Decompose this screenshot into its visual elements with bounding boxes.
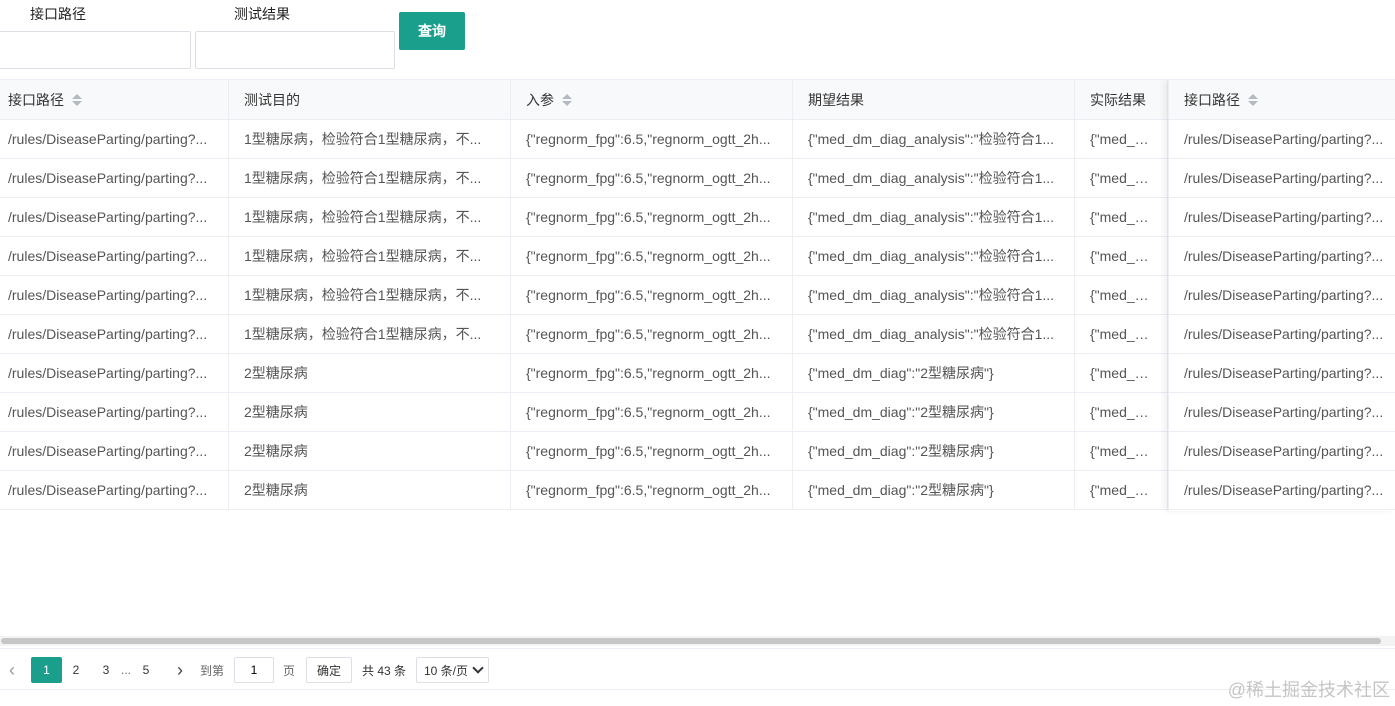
cell-input-params: {"regnorm_fpg":6.5,"regnorm_ogtt_2h... <box>511 393 793 431</box>
path-filter-input[interactable] <box>0 31 191 69</box>
cell-path: /rules/DiseaseParting/parting?... <box>0 432 229 470</box>
page-1[interactable]: 1 <box>31 657 62 683</box>
fixed-cell-path: /rules/DiseaseParting/parting?... <box>1169 237 1395 276</box>
header-purpose: 测试目的 <box>229 80 511 119</box>
header-actual-result: 实际结果 <box>1075 80 1168 119</box>
cell-actual-result: {"med_dm_c <box>1075 315 1168 353</box>
cell-path: /rules/DiseaseParting/parting?... <box>0 393 229 431</box>
cell-input-params: {"regnorm_fpg":6.5,"regnorm_ogtt_2h... <box>511 237 793 275</box>
cell-input-params: {"regnorm_fpg":6.5,"regnorm_ogtt_2h... <box>511 471 793 509</box>
cell-purpose: 1型糖尿病，检验符合1型糖尿病，不... <box>229 198 511 236</box>
cell-actual-result: {"med_dm_c <box>1075 432 1168 470</box>
result-filter-label: 测试结果 <box>234 6 290 22</box>
header-fixed-path[interactable]: 接口路径 <box>1169 80 1395 120</box>
fixed-cell-path: /rules/DiseaseParting/parting?... <box>1169 198 1395 237</box>
fixed-cell-path: /rules/DiseaseParting/parting?... <box>1169 315 1395 354</box>
cell-purpose: 2型糖尿病 <box>229 393 511 431</box>
cell-path: /rules/DiseaseParting/parting?... <box>0 471 229 509</box>
query-button[interactable]: 查询 <box>399 12 465 50</box>
cell-purpose: 1型糖尿病，检验符合1型糖尿病，不... <box>229 315 511 353</box>
fixed-cell-path: /rules/DiseaseParting/parting?... <box>1169 276 1395 315</box>
cell-path: /rules/DiseaseParting/parting?... <box>0 276 229 314</box>
cell-input-params: {"regnorm_fpg":6.5,"regnorm_ogtt_2h... <box>511 159 793 197</box>
cell-input-params: {"regnorm_fpg":6.5,"regnorm_ogtt_2h... <box>511 432 793 470</box>
cell-actual-result: {"med_dm_c <box>1075 354 1168 392</box>
cell-input-params: {"regnorm_fpg":6.5,"regnorm_ogtt_2h... <box>511 198 793 236</box>
scrollbar-thumb[interactable] <box>1 638 1381 644</box>
cell-expected-result: {"med_dm_diag_analysis":"检验符合1... <box>793 198 1075 236</box>
page-5[interactable]: 5 <box>134 657 158 683</box>
fixed-cell-path: /rules/DiseaseParting/parting?... <box>1169 159 1395 198</box>
cell-expected-result: {"med_dm_diag_analysis":"检验符合1... <box>793 120 1075 158</box>
pagination: ‹ 1 2 3 ... 5 › 到第 页 确定 共 43 条 10 条/页 <box>0 648 1395 690</box>
cell-expected-result: {"med_dm_diag_analysis":"检验符合1... <box>793 315 1075 353</box>
goto-label: 到第 <box>199 663 224 678</box>
horizontal-scrollbar[interactable] <box>0 636 1395 646</box>
header-path[interactable]: 接口路径 <box>0 80 229 119</box>
header-input-params[interactable]: 入参 <box>511 80 793 119</box>
cell-input-params: {"regnorm_fpg":6.5,"regnorm_ogtt_2h... <box>511 354 793 392</box>
cell-input-params: {"regnorm_fpg":6.5,"regnorm_ogtt_2h... <box>511 315 793 353</box>
cell-expected-result: {"med_dm_diag_analysis":"检验符合1... <box>793 276 1075 314</box>
cell-expected-result: {"med_dm_diag":"2型糖尿病"} <box>793 354 1075 392</box>
watermark: @稀土掘金技术社区 <box>1227 680 1390 700</box>
header-expected-result: 期望结果 <box>793 80 1075 119</box>
cell-expected-result: {"med_dm_diag_analysis":"检验符合1... <box>793 159 1075 197</box>
cell-path: /rules/DiseaseParting/parting?... <box>0 354 229 392</box>
result-filter-input[interactable] <box>195 31 395 69</box>
cell-purpose: 2型糖尿病 <box>229 354 511 392</box>
cell-path: /rules/DiseaseParting/parting?... <box>0 159 229 197</box>
confirm-button[interactable]: 确定 <box>306 657 352 683</box>
prev-page-icon[interactable]: ‹ <box>2 657 22 683</box>
cell-actual-result: {"med_dm_c <box>1075 276 1168 314</box>
cell-path: /rules/DiseaseParting/parting?... <box>0 237 229 275</box>
cell-path: /rules/DiseaseParting/parting?... <box>0 198 229 236</box>
fixed-cell-path: /rules/DiseaseParting/parting?... <box>1169 432 1395 471</box>
cell-path: /rules/DiseaseParting/parting?... <box>0 315 229 353</box>
cell-expected-result: {"med_dm_diag":"2型糖尿病"} <box>793 471 1075 509</box>
chevron-down-icon <box>472 662 484 674</box>
cell-actual-result: {"med_dm_c <box>1075 159 1168 197</box>
sort-icon[interactable] <box>562 93 572 106</box>
cell-purpose: 1型糖尿病，检验符合1型糖尿病，不... <box>229 276 511 314</box>
fixed-cell-path: /rules/DiseaseParting/parting?... <box>1169 354 1395 393</box>
cell-purpose: 2型糖尿病 <box>229 471 511 509</box>
cell-input-params: {"regnorm_fpg":6.5,"regnorm_ogtt_2h... <box>511 120 793 158</box>
results-table: 接口路径 测试目的 入参 期望结果 实际结果 /rules/DiseasePar… <box>0 79 1395 634</box>
cell-purpose: 1型糖尿病，检验符合1型糖尿病，不... <box>229 120 511 158</box>
cell-actual-result: {"med_dm_c <box>1075 120 1168 158</box>
page-2[interactable]: 2 <box>64 657 88 683</box>
page-suffix: 页 <box>282 663 295 678</box>
page-size-select[interactable]: 10 条/页 <box>416 657 489 683</box>
cell-expected-result: {"med_dm_diag_analysis":"检验符合1... <box>793 237 1075 275</box>
cell-path: /rules/DiseaseParting/parting?... <box>0 120 229 158</box>
cell-actual-result: {"med_dm_c <box>1075 237 1168 275</box>
next-page-icon[interactable]: › <box>170 657 190 683</box>
page-ellipsis[interactable]: ... <box>118 657 134 683</box>
fixed-cell-path: /rules/DiseaseParting/parting?... <box>1169 471 1395 510</box>
cell-purpose: 1型糖尿病，检验符合1型糖尿病，不... <box>229 159 511 197</box>
page-3[interactable]: 3 <box>94 657 118 683</box>
fixed-cell-path: /rules/DiseaseParting/parting?... <box>1169 120 1395 159</box>
cell-expected-result: {"med_dm_diag":"2型糖尿病"} <box>793 393 1075 431</box>
cell-actual-result: {"med_dm_c <box>1075 471 1168 509</box>
fixed-right-column: 接口路径 /rules/DiseaseParting/parting?.../r… <box>1168 80 1395 511</box>
path-filter-label: 接口路径 <box>30 6 86 22</box>
cell-actual-result: {"med_dm_c <box>1075 198 1168 236</box>
sort-icon[interactable] <box>72 93 82 106</box>
cell-actual-result: {"med_dm_c <box>1075 393 1168 431</box>
cell-purpose: 2型糖尿病 <box>229 432 511 470</box>
sort-icon[interactable] <box>1248 93 1258 106</box>
fixed-cell-path: /rules/DiseaseParting/parting?... <box>1169 393 1395 432</box>
cell-purpose: 1型糖尿病，检验符合1型糖尿病，不... <box>229 237 511 275</box>
cell-expected-result: {"med_dm_diag":"2型糖尿病"} <box>793 432 1075 470</box>
total-count: 共 43 条 <box>361 663 407 678</box>
goto-page-input[interactable] <box>234 657 274 683</box>
cell-input-params: {"regnorm_fpg":6.5,"regnorm_ogtt_2h... <box>511 276 793 314</box>
